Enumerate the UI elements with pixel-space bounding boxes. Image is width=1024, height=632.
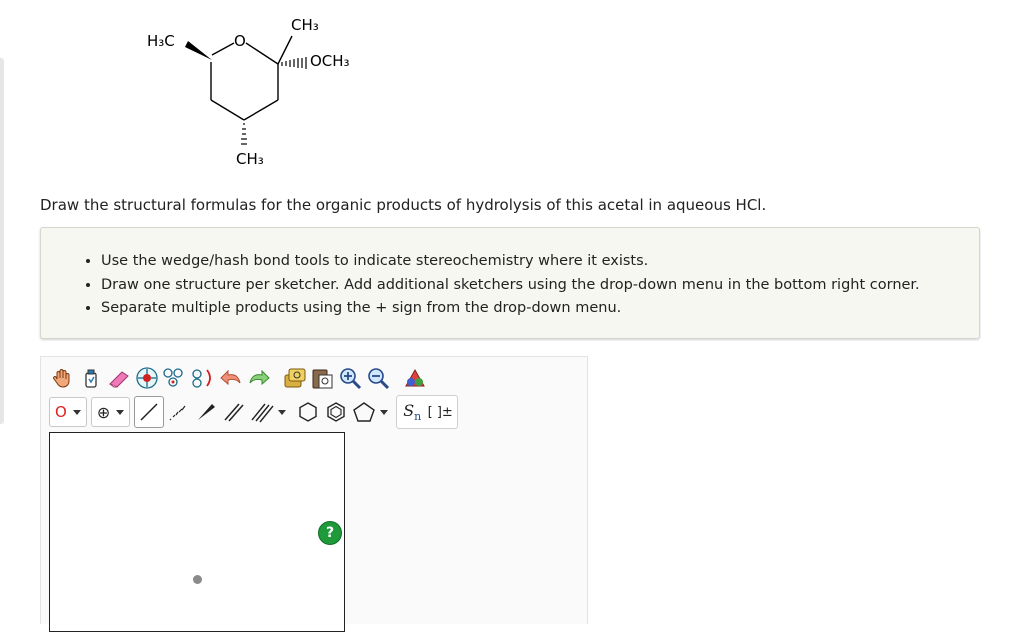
bond-dropdown[interactable] bbox=[276, 397, 288, 427]
element-dropdown[interactable]: O bbox=[49, 397, 87, 427]
h3c-label: H₃C bbox=[147, 32, 175, 50]
ch3-bottom-label: CH₃ bbox=[236, 150, 264, 168]
structure-sketcher: O ⊕ Sn []± ? bbox=[40, 356, 588, 632]
double-bond-tool[interactable] bbox=[220, 397, 248, 427]
zoom-in-icon[interactable] bbox=[337, 363, 365, 393]
ring-oxygen-label: O bbox=[234, 32, 246, 50]
cleanup-structure-icon[interactable] bbox=[189, 363, 217, 393]
sketcher-toolbar-top bbox=[49, 361, 429, 395]
ch3-top-label: CH₃ bbox=[291, 16, 319, 34]
sgroup-tools: Sn [ ]± bbox=[396, 395, 459, 429]
help-icon[interactable]: ? bbox=[318, 521, 342, 545]
drawing-canvas[interactable]: ? bbox=[49, 432, 345, 632]
ring-dropdown[interactable] bbox=[378, 397, 390, 427]
stereo-chain-icon[interactable] bbox=[161, 363, 189, 393]
och3-label: OCH₃ bbox=[310, 52, 350, 70]
charge-dropdown[interactable]: ⊕ bbox=[90, 397, 131, 427]
hashed-wedge-bond-tool[interactable] bbox=[164, 397, 192, 427]
redo-icon[interactable] bbox=[245, 363, 273, 393]
color-atoms-icon[interactable] bbox=[401, 363, 429, 393]
bracket-charge-tool[interactable]: [ ]± bbox=[425, 397, 455, 427]
paste-icon[interactable] bbox=[309, 363, 337, 393]
instruction-item: Use the wedge/hash bond tools to indicat… bbox=[101, 250, 979, 274]
single-bond-tool[interactable] bbox=[134, 396, 165, 428]
chevron-down-icon bbox=[380, 409, 389, 415]
sgroup-tool[interactable]: Sn bbox=[399, 397, 425, 427]
charge-plus-icon: ⊕ bbox=[96, 402, 111, 422]
instructions-panel: Use the wedge/hash bond tools to indicat… bbox=[40, 227, 980, 339]
benzene-tool[interactable] bbox=[322, 397, 350, 427]
instruction-item: Separate multiple products using the + s… bbox=[101, 297, 979, 321]
undo-icon[interactable] bbox=[217, 363, 245, 393]
zoom-out-icon[interactable] bbox=[365, 363, 393, 393]
ring-templates-icon[interactable] bbox=[133, 363, 161, 393]
acetal-structure: H₃C O CH₃ OCH₃ CH₃ bbox=[147, 16, 350, 168]
bracket-charge-icon: [ ]± bbox=[427, 404, 453, 420]
cyclopentane-tool[interactable] bbox=[350, 397, 378, 427]
canvas-marker-dot bbox=[193, 575, 202, 584]
eraser-icon[interactable] bbox=[105, 363, 133, 393]
cyclohexane-tool[interactable] bbox=[294, 397, 322, 427]
question-text: Draw the structural formulas for the org… bbox=[40, 196, 767, 214]
element-dropdown-value: O bbox=[55, 403, 67, 421]
lasso-select-icon[interactable] bbox=[77, 363, 105, 393]
chevron-down-icon bbox=[278, 409, 287, 415]
chevron-down-icon bbox=[116, 409, 125, 415]
copy-icon[interactable] bbox=[281, 363, 309, 393]
wedge-bond-tool[interactable] bbox=[192, 397, 220, 427]
sn-polymer-icon: Sn bbox=[403, 401, 422, 423]
chevron-down-icon bbox=[72, 409, 81, 415]
hand-pan-icon[interactable] bbox=[49, 363, 77, 393]
triple-bond-tool[interactable] bbox=[248, 397, 276, 427]
instruction-item: Draw one structure per sketcher. Add add… bbox=[101, 274, 979, 298]
left-rail bbox=[0, 58, 4, 424]
sketcher-toolbar-bottom: O ⊕ Sn []± bbox=[49, 395, 462, 429]
